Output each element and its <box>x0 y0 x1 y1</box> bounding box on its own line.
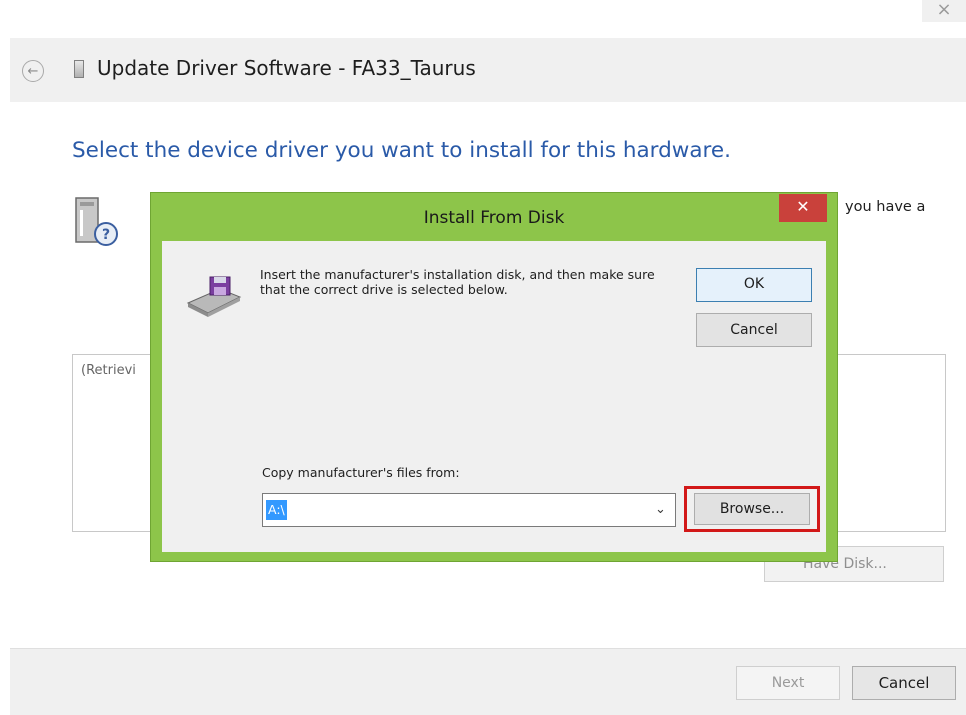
device-icon <box>74 60 84 78</box>
screen: × ← Update Driver Software - FA33_Taurus… <box>0 0 966 715</box>
driver-list-status: (Retrievi <box>81 363 136 378</box>
source-path-value: A:\ <box>266 500 287 520</box>
copy-files-label: Copy manufacturer's files from: <box>262 465 460 480</box>
install-from-disk-dialog: Install From Disk ✕ Insert the manufactu… <box>150 192 838 562</box>
close-icon: ✕ <box>796 197 810 216</box>
dialog-cancel-button[interactable]: Cancel <box>696 313 812 347</box>
outer-close-button[interactable]: × <box>922 0 966 22</box>
svg-text:?: ? <box>102 227 110 243</box>
instruction-text-partial: you have a <box>845 199 926 215</box>
dialog-body: Insert the manufacturer's installation d… <box>162 241 826 552</box>
back-button[interactable]: ← <box>22 60 44 82</box>
floppy-disk-icon <box>186 276 242 317</box>
dialog-title: Install From Disk <box>423 208 565 228</box>
ok-button[interactable]: OK <box>696 268 812 302</box>
dialog-instruction: Insert the manufacturer's installation d… <box>260 267 655 297</box>
wizard-header: ← Update Driver Software - FA33_Taurus <box>10 38 966 102</box>
device-help-icon: ? <box>75 197 118 246</box>
wizard-cancel-button[interactable]: Cancel <box>852 666 956 700</box>
back-arrow-icon: ← <box>27 63 39 79</box>
next-button[interactable]: Next <box>736 666 840 700</box>
source-path-combobox[interactable]: A:\ ⌄ <box>262 493 676 527</box>
chevron-down-icon[interactable]: ⌄ <box>655 502 666 517</box>
browse-button[interactable]: Browse... <box>694 493 810 525</box>
dialog-close-button[interactable]: ✕ <box>779 194 827 222</box>
page-heading: Select the device driver you want to ins… <box>72 138 731 163</box>
wizard-title: Update Driver Software - FA33_Taurus <box>97 56 476 80</box>
